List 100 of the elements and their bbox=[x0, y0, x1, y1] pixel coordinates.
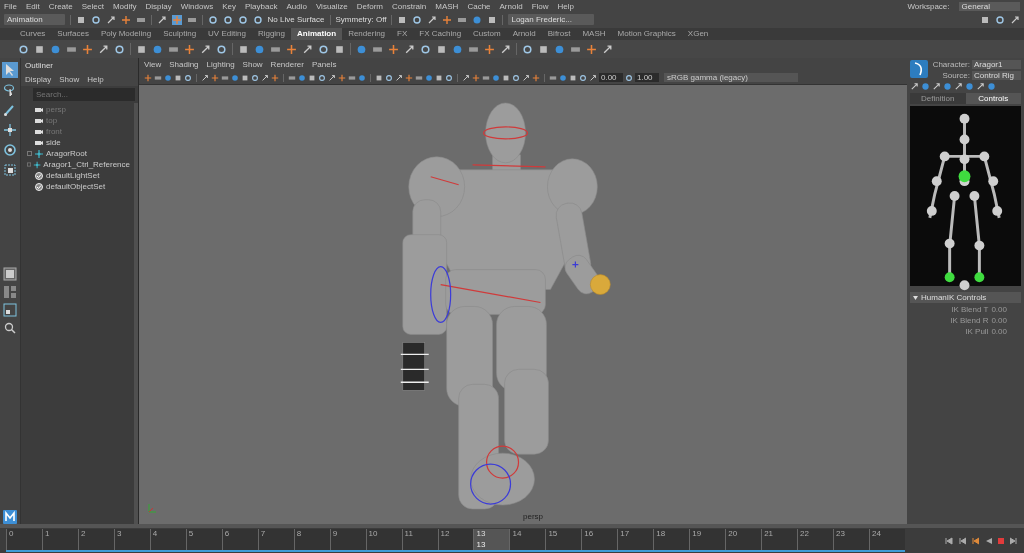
menu-item[interactable]: Show bbox=[59, 75, 80, 84]
square-icon[interactable] bbox=[487, 14, 498, 25]
dot-icon[interactable] bbox=[987, 82, 996, 91]
menu-item[interactable]: View bbox=[144, 60, 162, 69]
shelf-tab[interactable]: Custom bbox=[467, 28, 507, 40]
dot-icon[interactable] bbox=[164, 73, 172, 82]
workspace-dropdown[interactable]: General bbox=[958, 1, 1020, 11]
ring-icon[interactable] bbox=[237, 14, 248, 25]
exposure-field[interactable]: 0.00 bbox=[599, 73, 623, 82]
ring-icon[interactable] bbox=[251, 73, 259, 82]
move-tool-button[interactable] bbox=[2, 122, 18, 138]
ring-icon[interactable] bbox=[318, 43, 329, 55]
layout-icon[interactable] bbox=[3, 303, 17, 318]
attribute-value[interactable]: 0.00 bbox=[991, 316, 1007, 325]
ring-icon[interactable] bbox=[318, 73, 326, 82]
cross-icon[interactable] bbox=[82, 43, 93, 55]
square-icon[interactable] bbox=[538, 43, 549, 55]
shelf-tab[interactable]: Bifrost bbox=[541, 28, 577, 40]
cross-icon[interactable] bbox=[211, 73, 219, 82]
panel-tab[interactable]: Controls bbox=[965, 93, 1021, 104]
ring-icon[interactable] bbox=[18, 43, 29, 55]
key-back-icon[interactable] bbox=[971, 536, 979, 545]
live-surface-field[interactable]: No Live Surface bbox=[267, 15, 325, 24]
arrow-icon[interactable] bbox=[602, 43, 613, 55]
skeleton-drawing[interactable] bbox=[926, 113, 1003, 291]
square-icon[interactable] bbox=[980, 14, 990, 25]
arrow-icon[interactable] bbox=[302, 43, 313, 55]
menu-item[interactable]: Playback bbox=[245, 1, 278, 11]
arrow-icon[interactable] bbox=[328, 73, 336, 82]
cross-icon[interactable] bbox=[472, 73, 480, 82]
user-dropdown[interactable]: Logan Frederic... bbox=[508, 14, 594, 25]
attribute-value[interactable]: 0.00 bbox=[991, 327, 1007, 336]
ring-icon[interactable] bbox=[412, 14, 423, 25]
shelf-tab[interactable]: Motion Graphics bbox=[611, 28, 682, 40]
layout-icon[interactable] bbox=[3, 267, 17, 282]
symmetry-dropdown[interactable]: Symmetry: Off bbox=[335, 15, 387, 24]
cross-icon[interactable] bbox=[586, 43, 597, 55]
shelf-tab[interactable]: UV Editing bbox=[202, 28, 252, 40]
outliner-item[interactable]: defaultObjectSet bbox=[46, 182, 106, 191]
dot-icon[interactable] bbox=[943, 82, 952, 91]
dot-icon[interactable] bbox=[921, 82, 930, 91]
ring-icon[interactable] bbox=[420, 43, 431, 55]
shelf-tab[interactable]: FX bbox=[391, 28, 414, 40]
cross-icon[interactable] bbox=[184, 43, 195, 55]
rotate-tool-button[interactable] bbox=[2, 142, 18, 158]
menu-item[interactable]: Renderer bbox=[270, 60, 304, 69]
cross-icon[interactable] bbox=[388, 43, 399, 55]
arrow-icon[interactable] bbox=[261, 73, 269, 82]
ring-icon[interactable] bbox=[385, 73, 393, 82]
m-logo-icon[interactable] bbox=[3, 510, 17, 524]
square-icon[interactable] bbox=[75, 14, 86, 25]
dot-icon[interactable] bbox=[452, 43, 463, 55]
dot-icon[interactable] bbox=[50, 43, 61, 55]
section-header[interactable]: HumanIK Controls bbox=[910, 292, 1021, 303]
menu-item[interactable]: Constrain bbox=[392, 1, 427, 11]
dot-icon[interactable] bbox=[554, 43, 565, 55]
dot-icon[interactable] bbox=[492, 73, 500, 82]
ring-icon[interactable] bbox=[114, 43, 125, 55]
shelf-tab[interactable]: Surfaces bbox=[51, 28, 95, 40]
search-field[interactable]: Search... bbox=[33, 88, 135, 101]
arrow-icon[interactable] bbox=[910, 82, 919, 91]
menu-item[interactable]: Modify bbox=[112, 1, 137, 11]
square-icon[interactable] bbox=[136, 43, 147, 55]
dot-icon[interactable] bbox=[298, 73, 306, 82]
attribute-value[interactable]: 0.00 bbox=[991, 305, 1007, 314]
shelf-tab[interactable]: Poly Modeling bbox=[94, 28, 158, 40]
scale-tool-button[interactable] bbox=[2, 162, 18, 178]
search-icon[interactable] bbox=[3, 321, 17, 336]
menu-item[interactable]: Show bbox=[242, 60, 263, 69]
dot-icon[interactable] bbox=[965, 82, 974, 91]
outliner-item[interactable]: side bbox=[46, 138, 61, 147]
menu-item[interactable]: Display bbox=[145, 1, 172, 11]
square-icon[interactable] bbox=[34, 43, 45, 55]
ring-icon[interactable] bbox=[252, 14, 263, 25]
play-back-icon[interactable] bbox=[984, 536, 992, 545]
character-field[interactable]: Aragor1 bbox=[972, 60, 1021, 69]
menu-item[interactable]: MASH bbox=[435, 1, 459, 11]
cross-icon[interactable] bbox=[286, 43, 297, 55]
arrow-icon[interactable] bbox=[932, 82, 941, 91]
menu-item[interactable]: Key bbox=[222, 1, 236, 11]
shelf-tab[interactable]: Rigging bbox=[251, 28, 292, 40]
dot-icon[interactable] bbox=[559, 73, 567, 82]
ring-icon[interactable] bbox=[445, 73, 453, 82]
arrow-icon[interactable] bbox=[105, 14, 116, 25]
cross-icon[interactable] bbox=[271, 73, 279, 82]
arrow-icon[interactable] bbox=[589, 73, 597, 82]
expand-box-icon[interactable] bbox=[27, 151, 32, 156]
menu-item[interactable]: Visualize bbox=[315, 1, 348, 11]
ring-icon[interactable] bbox=[995, 14, 1005, 25]
shelf-tab[interactable]: FX Caching bbox=[413, 28, 468, 40]
arrow-icon[interactable] bbox=[156, 14, 167, 25]
menu-item[interactable]: Help bbox=[87, 75, 104, 84]
shelf-tab[interactable]: Arnold bbox=[506, 28, 542, 40]
cross-icon[interactable] bbox=[442, 14, 453, 25]
arrow-icon[interactable] bbox=[201, 73, 209, 82]
menu-item[interactable]: Shading bbox=[169, 60, 199, 69]
ring-icon[interactable] bbox=[522, 43, 533, 55]
step-back-icon[interactable] bbox=[958, 536, 966, 545]
arrow-icon[interactable] bbox=[1010, 14, 1020, 25]
ring-icon[interactable] bbox=[625, 73, 633, 82]
